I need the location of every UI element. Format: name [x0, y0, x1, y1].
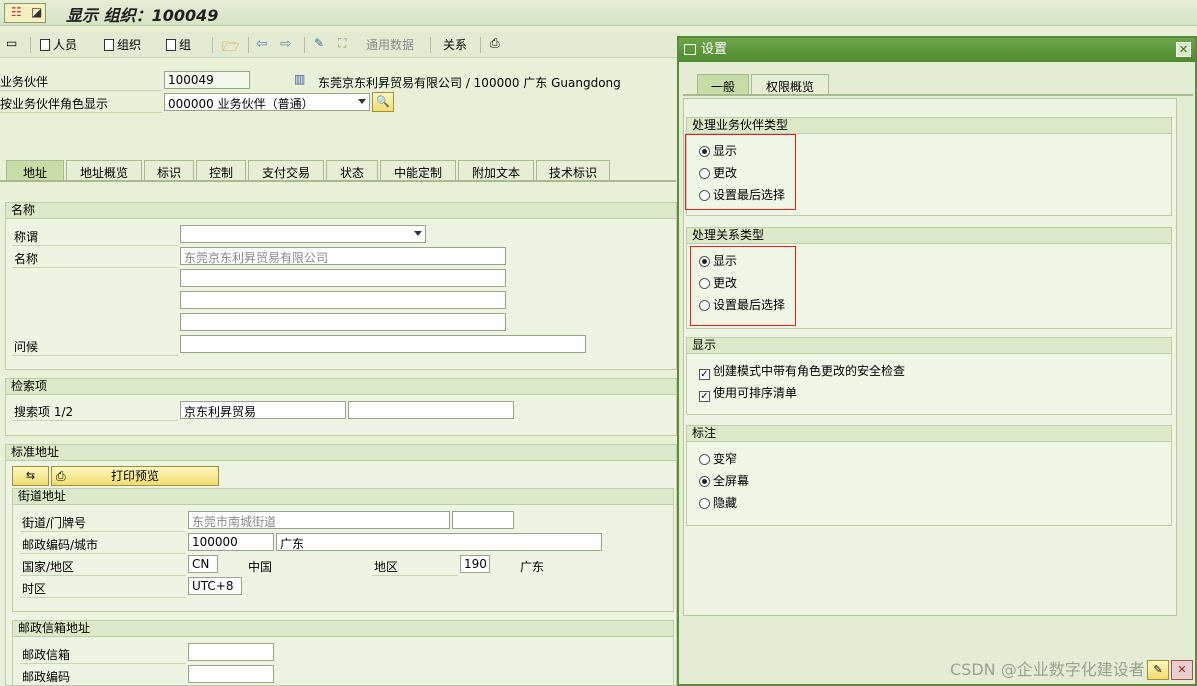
po-box-group: 邮政信箱地址: [12, 620, 674, 686]
print-preview-button[interactable]: ⎙ 打印预览: [51, 466, 219, 486]
postal-code-field[interactable]: 100000: [188, 533, 274, 551]
sortable-list-checkbox[interactable]: ✓ 使用可排序清单: [699, 384, 797, 402]
country-name: 中国: [248, 560, 273, 574]
application-toolbar: ▭ 人员 组织 组 🗁 ⇦ ⇨ ✎ ⛶ 通用数据 关系 ⎙: [0, 32, 680, 58]
label-narrow-radio[interactable]: 变窄: [699, 450, 737, 467]
bp-label: 业务伙伴: [0, 75, 49, 89]
tab-additional-text[interactable]: 附加文本: [458, 160, 534, 181]
relations-button[interactable]: 关系: [443, 36, 467, 53]
hierarchy-icon[interactable]: ⛶: [338, 36, 346, 51]
bp-number-field[interactable]: 100049: [164, 71, 250, 89]
po-box-field[interactable]: [188, 643, 274, 661]
menu-icon[interactable]: ☷ ◪: [4, 3, 46, 23]
open-folder-icon[interactable]: 🗁: [222, 36, 239, 60]
organization-icon: ▥: [294, 72, 306, 86]
tab-address-overview[interactable]: 地址概览: [66, 160, 142, 181]
confirm-edit-icon[interactable]: ✎: [1147, 660, 1169, 680]
settings-dialog: 设置 ✕ 一般 权限概览 处理业务伙伴类型 显示 更改 设置最后选择 处理关系类…: [677, 36, 1197, 686]
document-icon: [104, 39, 114, 51]
highlight-box: [690, 246, 796, 326]
salutation-select[interactable]: [180, 225, 426, 243]
dialog-title: 设置: [701, 42, 728, 57]
printer-icon: ⎙: [56, 469, 66, 483]
po-box-title: 邮政信箱地址: [13, 621, 673, 637]
dialog-title-bar: 设置 ✕: [679, 38, 1195, 62]
street-label: 街道/门牌号: [22, 516, 87, 530]
title-bar: ☷ ◪ 显示 组织：100049: [0, 0, 1197, 26]
name-label: 名称: [14, 252, 39, 266]
tab-tech-id[interactable]: 技术标识: [536, 160, 610, 181]
name-field-2[interactable]: [180, 269, 506, 287]
street-field[interactable]: 东莞市南城街道: [188, 511, 450, 529]
role-label: 按业务伙伴角色显示: [0, 97, 109, 111]
city-field[interactable]: 广东: [276, 533, 602, 551]
search-terms-title: 检索项: [6, 379, 676, 395]
house-number-field[interactable]: [452, 511, 514, 529]
region-label: 地区: [374, 560, 399, 574]
person-button[interactable]: 人员: [40, 36, 77, 53]
search-term-1-field[interactable]: 京东利昇贸易: [180, 401, 346, 419]
tab-control[interactable]: 控制: [196, 160, 246, 181]
group-button[interactable]: 组: [166, 36, 191, 53]
greeting-field[interactable]: [180, 335, 586, 353]
organization-button[interactable]: 组织: [104, 36, 141, 53]
address-tool-icon[interactable]: ⇆: [12, 466, 49, 486]
tab-general[interactable]: 一般: [697, 74, 749, 95]
chevron-down-icon: [414, 231, 422, 236]
chevron-down-icon: [358, 99, 366, 104]
bp-type-title: 处理业务伙伴类型: [687, 118, 1171, 134]
salutation-label: 称谓: [14, 230, 39, 244]
po-box-postal-label: 邮政编码: [22, 670, 71, 684]
region-name: 广东: [520, 560, 545, 574]
forward-arrow-icon[interactable]: ⇨: [280, 36, 292, 52]
tab-status[interactable]: 状态: [326, 160, 378, 181]
country-code-field[interactable]: CN: [188, 555, 218, 573]
search-term-2-field[interactable]: [348, 401, 514, 419]
edit-toggle-icon[interactable]: ✎: [314, 36, 324, 50]
relation-type-title: 处理关系类型: [687, 228, 1171, 244]
security-check-checkbox[interactable]: ✓ 创建模式中带有角色更改的安全检查: [699, 362, 905, 380]
display-settings-title: 显示: [687, 338, 1171, 354]
search-term-label: 搜索项 1/2: [14, 405, 74, 419]
label-hide-radio[interactable]: 隐藏: [699, 494, 737, 511]
timezone-field[interactable]: UTC+8: [188, 577, 242, 595]
postal-city-label: 邮政编码/城市: [22, 538, 99, 552]
tab-custom[interactable]: 中能定制: [380, 160, 456, 181]
document-icon: [40, 39, 50, 51]
name-field-3[interactable]: [180, 291, 506, 309]
bp-description: 东莞京东利昇贸易有限公司 / 100000 广东 Guangdong: [318, 76, 621, 90]
display-toggle-icon[interactable]: ▭: [6, 36, 17, 50]
label-group: 标注: [686, 425, 1172, 526]
close-icon[interactable]: ✕: [1176, 42, 1191, 57]
street-address-title: 街道地址: [13, 489, 673, 505]
window-title: 显示 组织：100049: [66, 6, 219, 25]
tab-payment[interactable]: 支付交易: [248, 160, 324, 181]
country-label: 国家/地区: [22, 560, 75, 574]
back-arrow-icon[interactable]: ⇦: [256, 36, 268, 52]
timezone-label: 时区: [22, 582, 47, 596]
region-code-field[interactable]: 190: [460, 555, 490, 573]
tab-identification[interactable]: 标识: [144, 160, 194, 181]
greeting-label: 问候: [14, 340, 39, 354]
document-icon: [166, 39, 176, 51]
cancel-icon[interactable]: ✕: [1171, 660, 1193, 680]
watermark: CSDN @企业数字化建设者: [950, 660, 1145, 679]
label-fullscreen-radio[interactable]: 全屏幕: [699, 472, 749, 489]
name-field-4[interactable]: [180, 313, 506, 331]
label-group-title: 标注: [687, 426, 1171, 442]
tab-address[interactable]: 地址: [6, 160, 64, 181]
po-box-label: 邮政信箱: [22, 648, 71, 662]
general-data-button[interactable]: 通用数据: [366, 36, 414, 53]
name-group-title: 名称: [6, 203, 676, 219]
search-role-icon[interactable]: 🔍: [372, 92, 394, 112]
tab-authorization-overview[interactable]: 权限概览: [751, 74, 829, 95]
name-field-1[interactable]: 东莞京东利昇贸易有限公司: [180, 247, 506, 265]
highlight-box: [685, 134, 796, 210]
standard-address-title: 标准地址: [6, 445, 676, 461]
edit-window-icon: [684, 44, 696, 55]
print-icon[interactable]: ⎙: [490, 36, 500, 51]
po-box-postal-field[interactable]: [188, 665, 274, 683]
role-select[interactable]: 000000 业务伙伴（普通）: [164, 93, 370, 111]
